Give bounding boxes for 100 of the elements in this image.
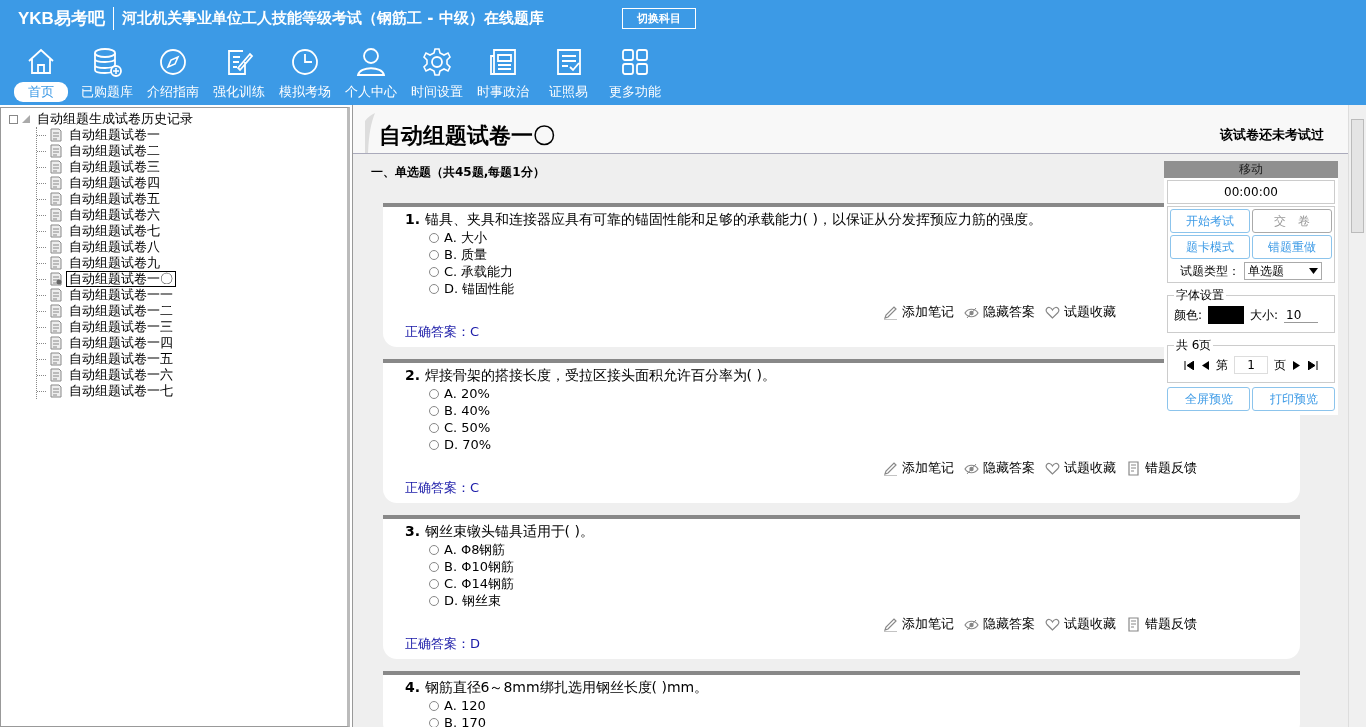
action-link[interactable]: 错题反馈 [1126,459,1197,477]
next-page-icon[interactable] [1292,360,1302,370]
tree-item[interactable]: 自动组题试卷一七 [66,383,176,399]
tree-item[interactable]: 自动组题试卷七 [66,223,163,239]
page-field[interactable]: 1 [1234,356,1268,374]
action-link[interactable]: 隐藏答案 [964,303,1035,321]
action-link[interactable]: 错题反馈 [1126,615,1197,633]
document-icon [50,176,62,190]
caret-icon [1309,268,1318,274]
document-icon [50,128,62,142]
tree-item[interactable]: 自动组题试卷四 [66,175,163,191]
document-icon [50,288,62,302]
group-title: 字体设置 [1175,287,1225,304]
document-icon [1126,460,1141,476]
section-heading: 一、单选题（共45题,每题1分） [371,164,545,181]
tree-item[interactable]: 自动组题试卷一 [66,127,163,143]
heart-icon [1045,460,1060,476]
tree-item[interactable]: 自动组题试卷一四 [66,335,176,351]
document-icon [50,304,62,318]
tree-item[interactable]: 自动组题试卷六 [66,207,163,223]
color-label: 颜色: [1174,306,1203,324]
logo: YKB易考吧 [18,6,114,30]
option-label: B. 质量 [444,245,488,264]
tree-item[interactable]: 自动组题试卷五 [66,191,163,207]
gear-icon[interactable] [420,46,453,78]
type-dropdown[interactable]: 单选题 [1244,262,1322,280]
page-label: 第 [1216,356,1228,374]
tree-item[interactable]: 自动组题试卷一六 [66,367,176,383]
document-icon [50,320,62,334]
tree-item[interactable]: 自动组题试卷一五 [66,351,176,367]
user-icon[interactable] [354,46,387,78]
option-label: C. Φ14钢筋 [444,574,515,593]
app-title: 河北机关事业单位工人技能等级考试（钢筋工 - 中级）在线题库 [121,8,544,28]
action-link[interactable]: 试题收藏 [1045,303,1116,321]
action-link[interactable]: 添加笔记 [883,615,954,633]
action-link[interactable]: 添加笔记 [883,303,954,321]
action-link[interactable]: 试题收藏 [1045,615,1116,633]
option-label: A. Φ8钢筋 [444,540,506,559]
document-icon [50,224,62,238]
heart-icon [1045,616,1060,632]
scrollbar[interactable] [1348,105,1366,727]
option-label: A. 大小 [444,228,487,247]
document-icon [50,240,62,254]
question-text: 3. 钢丝束镦头锚具适用于( )。 [405,523,594,541]
timer: 00:00:00 [1167,180,1335,204]
document-icon [50,384,62,398]
document-icon [50,352,62,366]
action-link[interactable]: 隐藏答案 [964,459,1035,477]
document-icon [50,336,62,350]
tree-item[interactable]: 自动组题试卷三 [66,159,163,175]
document-icon [50,192,62,206]
collapse-toggle[interactable] [9,114,18,124]
pencil-icon [883,304,898,320]
tree-item[interactable]: 自动组题试卷九 [66,255,163,271]
tree-item[interactable]: 自动组题试卷八 [66,239,163,255]
size-field[interactable]: 10 [1284,307,1319,323]
size-label: 大小: [1250,306,1279,324]
triangle-icon [21,114,31,124]
document-icon [50,160,62,174]
option-label: C. 50% [444,420,491,435]
page-curl-icon [365,113,375,153]
correct-answer: 正确答案：C [405,479,481,497]
option-label: D. 锚固性能 [444,279,515,298]
pencil-icon [883,460,898,476]
document-icon [1126,616,1141,632]
option-label: C. 承载能力 [444,262,514,281]
document-pin-icon [50,272,62,286]
first-page-icon[interactable] [1184,360,1194,370]
action-link[interactable]: 试题收藏 [1045,459,1116,477]
tree-item[interactable]: 自动组题试卷一一 [66,287,176,303]
question-text: 4. 钢筋直径6～8mm绑扎选用钢丝长度( )mm。 [405,679,709,697]
option-label: D. 钢丝束 [444,591,502,610]
document-icon [50,208,62,222]
tree-item[interactable]: 自动组题试卷一三 [66,319,176,335]
page-label: 页 [1274,356,1286,374]
tree-item[interactable]: 自动组题试卷二 [66,143,163,159]
pencil-icon [883,616,898,632]
document-icon [50,256,62,270]
color-swatch[interactable] [1208,306,1245,324]
option-label: A. 120 [444,698,486,713]
type-label: 试题类型： [1180,262,1240,280]
option-label: D. 70% [444,437,492,452]
action-link[interactable]: 添加笔记 [883,459,954,477]
option-label: A. 20% [444,386,490,401]
tree-item[interactable]: 自动组题试卷一〇 [66,271,176,287]
move-handle[interactable]: 移动 [1164,161,1338,178]
correct-answer: 正确答案：D [405,635,481,653]
action-link[interactable]: 隐藏答案 [964,615,1035,633]
last-page-icon[interactable] [1308,360,1318,370]
document-icon [50,144,62,158]
document-icon [50,368,62,382]
tree-root-label[interactable]: 自动组题生成试卷历史记录 [34,111,196,127]
tree-item[interactable]: 自动组题试卷一二 [66,303,176,319]
exam-status: 该试卷还未考试过 [1220,126,1324,144]
correct-answer: 正确答案：C [405,323,481,341]
previous-page-icon[interactable] [1200,360,1210,370]
paper-title: 自动组题试卷一〇 [379,122,555,150]
option-label: B. 170 [444,715,486,727]
question-text: 2. 焊接骨架的搭接长度，受拉区接头面积允许百分率为( )。 [405,367,776,385]
option-label: B. 40% [444,403,491,418]
